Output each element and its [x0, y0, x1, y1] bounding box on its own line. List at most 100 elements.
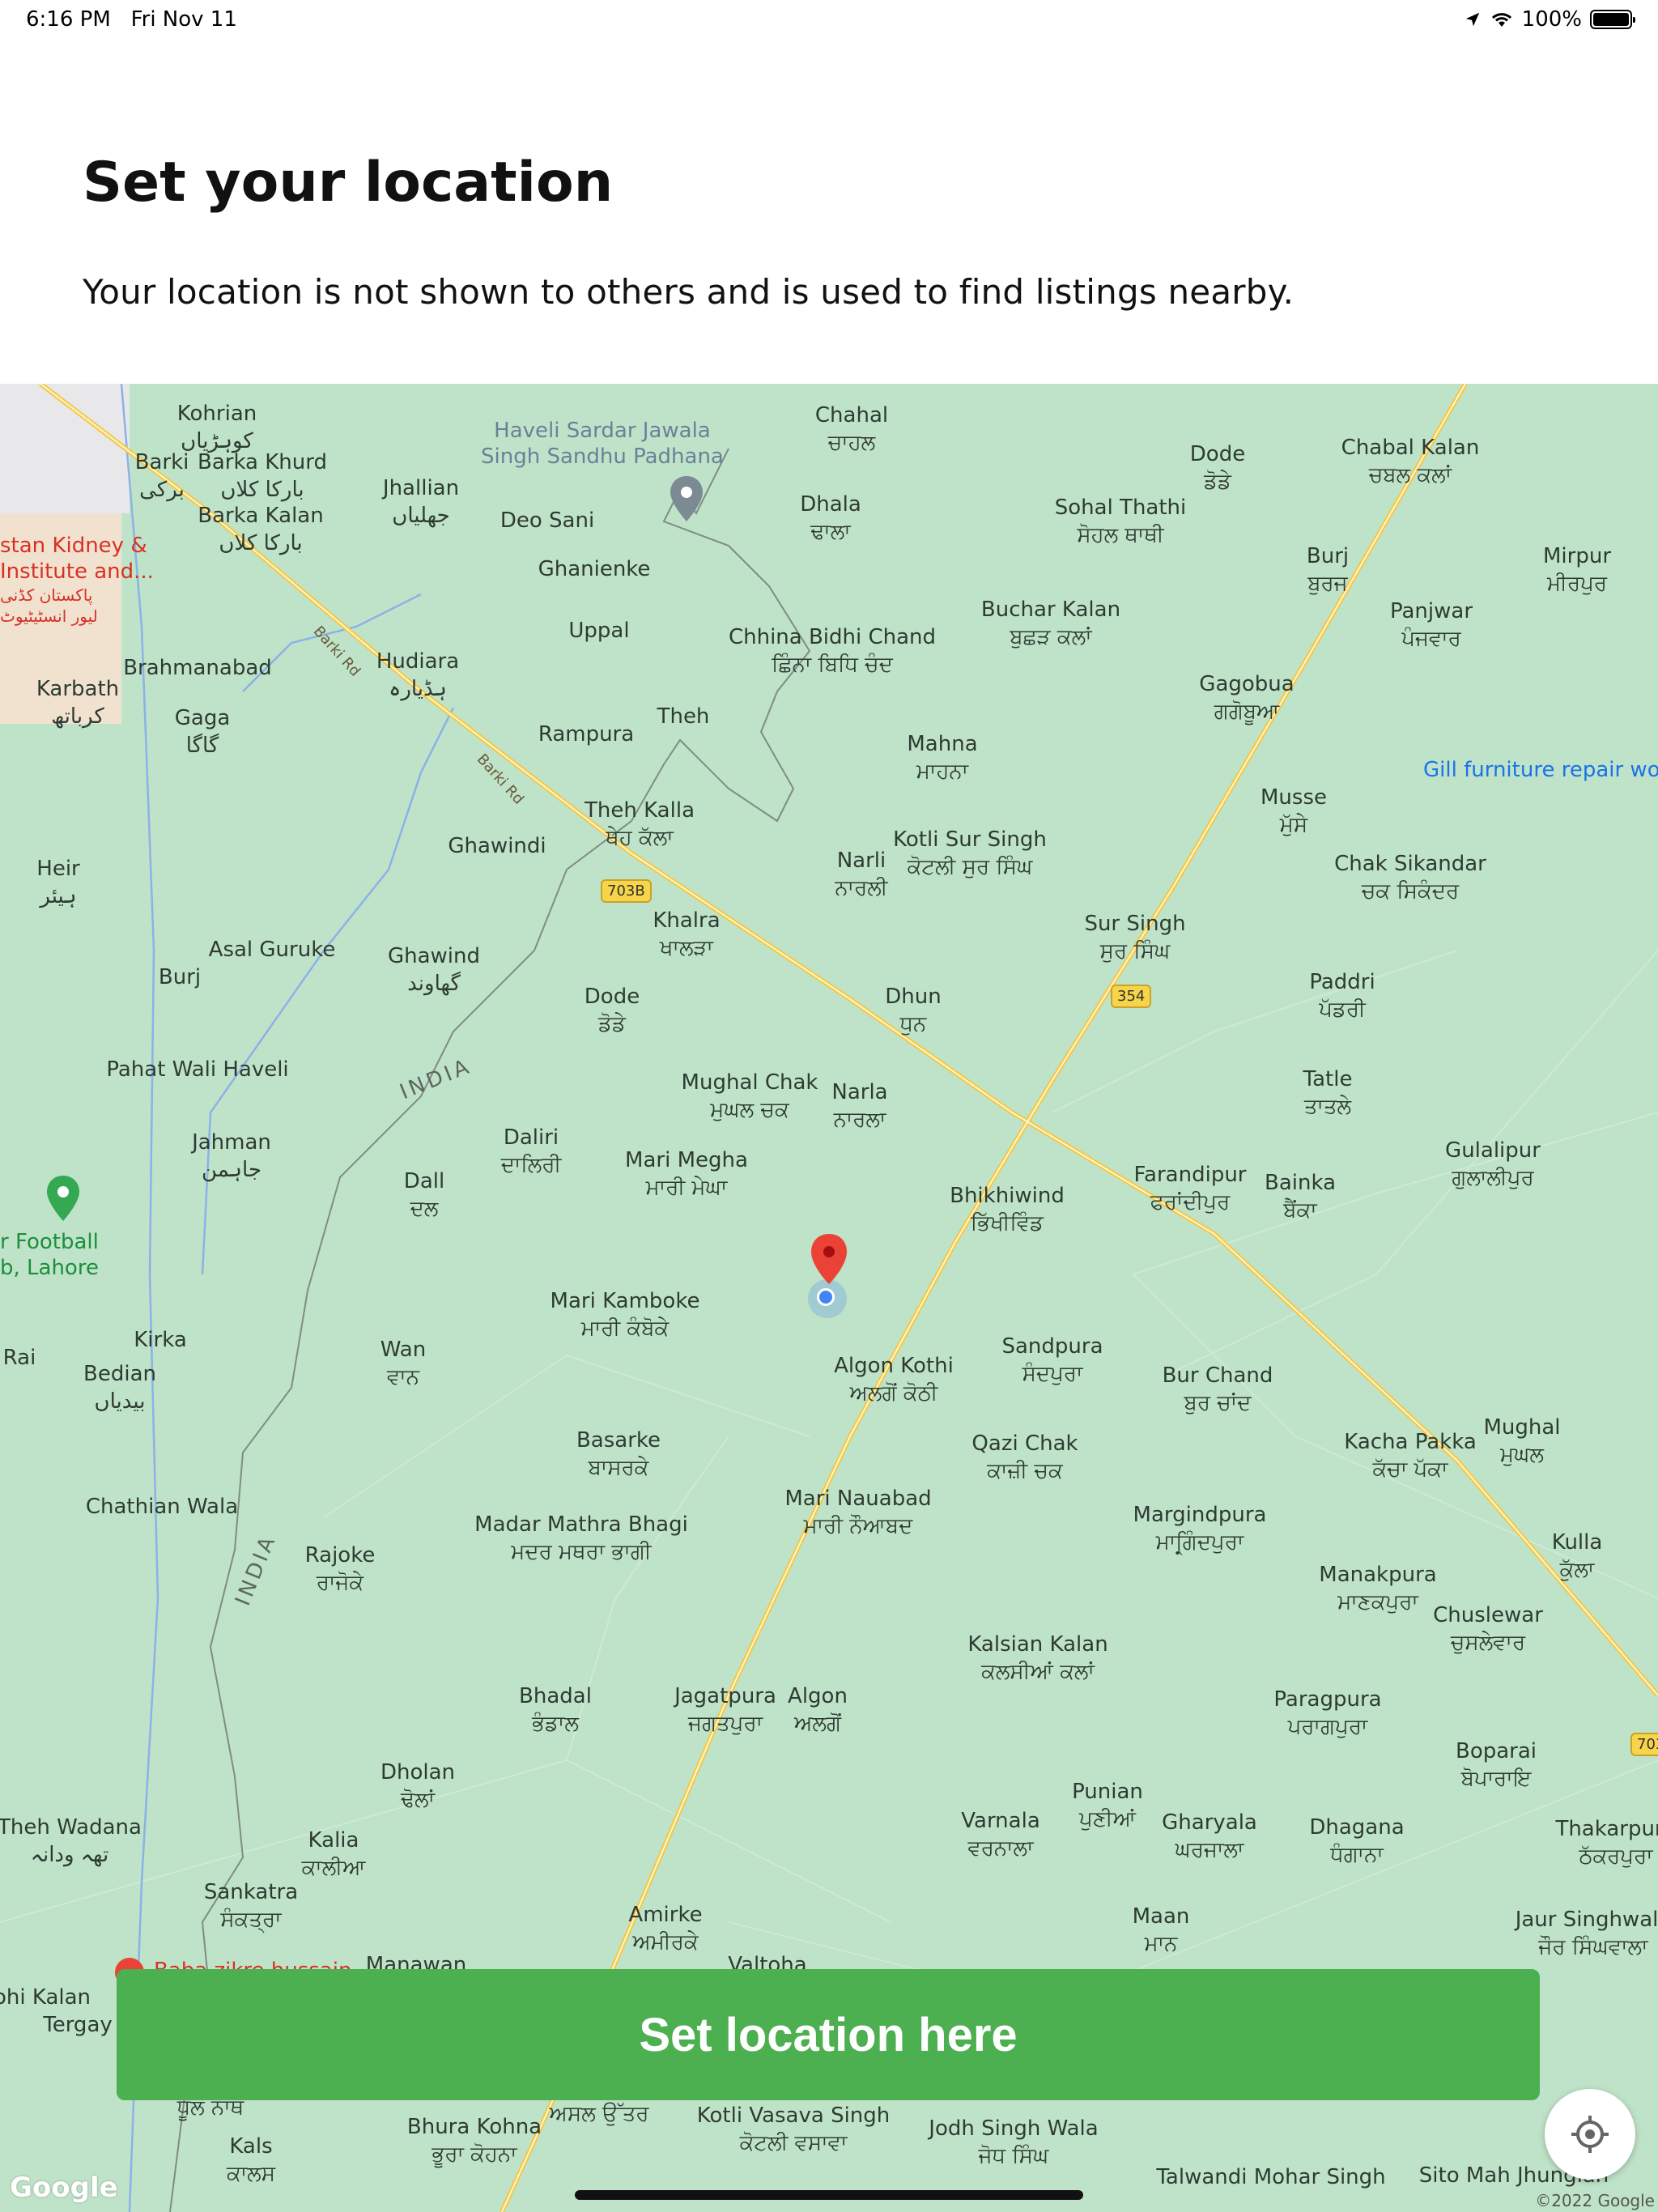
map-place-name: Bhadal	[519, 1684, 592, 1708]
map-place-name: Tergay	[43, 2013, 113, 2037]
poi-pin-icon[interactable]	[45, 1174, 81, 1224]
status-clock: 6:16 PM	[26, 7, 111, 32]
map-place-local-name: ਗੁਲਾਲੀਪੁਰ	[1452, 1166, 1534, 1190]
map-place-local-name: ਭੰਡਾਲ	[532, 1712, 579, 1736]
map-place-label: Ghanienke	[538, 555, 651, 583]
map-place-local-name: ਮਾਰੀ ਕੰਬੋਕੇ	[580, 1317, 670, 1341]
map-place-name: Burj	[158, 965, 202, 989]
map-place-name: Varnala	[961, 1809, 1040, 1833]
map-place-name: Heir	[36, 857, 80, 881]
map-place-label: Sandpura ਸੰਦਪੁਰਾ	[1001, 1333, 1103, 1388]
map-place-label: Basarke ਬਾਸਰਕੇ	[576, 1427, 661, 1482]
map-place-name: Burj	[1306, 544, 1350, 568]
map-place-name: Bedian	[83, 1362, 156, 1386]
map-place-label: Barki برکی	[135, 449, 189, 504]
map-place-local-name: ਕੱਚਾ ਪੱਕਾ	[1372, 1457, 1448, 1482]
map-place-local-name: ਛਿੰਨਾ ਬਿਧਿ ਚੰਦ	[772, 653, 893, 677]
map-place-name: Theh Wadana	[0, 1815, 142, 1840]
map-place-label: Khalra ਖਾਲੜਾ	[653, 907, 720, 962]
map-place-local-name: ਕਾਲੀਆ	[301, 1856, 366, 1880]
map-place-label: Uppal	[568, 617, 629, 644]
map-place-label: Algon ਅਲਗੋਂ	[788, 1682, 848, 1738]
map-place-local-name: ਮਾਨ	[1144, 1932, 1178, 1956]
status-date: Fri Nov 11	[130, 7, 237, 32]
map-view[interactable]: stan Kidney & Institute and... پاکستان ک…	[0, 384, 1658, 2212]
battery-icon	[1590, 10, 1635, 29]
map-place-label: Dhun ਧੁਨ	[885, 983, 941, 1038]
map-place-local-name: ਵਾਨ	[387, 1365, 419, 1389]
map-place-name: Basarke	[576, 1428, 661, 1453]
map-place-local-name: ਕਾਜ਼ੀ ਚਕ	[987, 1459, 1063, 1483]
map-place-label: Dall ਦਲ	[404, 1168, 444, 1223]
map-place-label: Algon Kothi ਅਲਗੋਂ ਕੋਠੀ	[834, 1352, 954, 1407]
map-place-label: Kalia ਕਾਲੀਆ	[302, 1827, 366, 1882]
map-place-local-name: جاہمن	[201, 1158, 262, 1182]
map-place-name: Tatle	[1303, 1067, 1353, 1091]
map-place-name: Musse	[1261, 785, 1327, 810]
map-place-name: Asal Guruke	[208, 938, 336, 962]
map-place-name: Deo Sani	[500, 508, 595, 533]
map-place-local-name: ਨਾਰਲੀ	[835, 876, 888, 900]
map-place-local-name: ਰਾਜੋਕੇ	[316, 1571, 364, 1595]
poi-haveli[interactable]: Haveli Sardar Jawala Singh Sandhu Padhan…	[481, 418, 724, 470]
set-location-button[interactable]: Set location here	[117, 1969, 1540, 2100]
map-place-name: Gagobua	[1199, 672, 1295, 696]
google-logo: Google	[10, 2172, 118, 2204]
map-place-local-name: ਜੌਰ ਸਿੰਘਵਾਲਾ	[1538, 1935, 1648, 1959]
map-place-label: Musse ਮੁੱਸੇ	[1261, 784, 1327, 839]
map-place-name: ohi Kalan	[0, 1985, 91, 2010]
status-icons: 100%	[1464, 7, 1635, 32]
map-place-local-name: ਸੰਕਤ੍ਰਾ	[220, 1908, 282, 1932]
map-place-local-name: کرباتھ	[51, 704, 104, 729]
map-place-label: Rampura	[538, 721, 634, 748]
map-place-local-name: ਬੈਂਕਾ	[1283, 1198, 1317, 1223]
map-place-label: Chuslewar ਚੁਸਲੇਵਾਰ	[1433, 1602, 1543, 1657]
map-place-local-name: بارکا کلاں	[220, 478, 304, 502]
map-marker-icon[interactable]	[810, 1232, 848, 1295]
map-place-local-name: ਮਾਰ੍ਗਿੰਦਪੁਰਾ	[1155, 1530, 1244, 1555]
map-place-label: Dode ਡੋਡੇ	[585, 983, 640, 1038]
map-place-name: Paddri	[1309, 970, 1375, 994]
map-place-name: Dall	[403, 1169, 445, 1193]
map-place-label: Dholan ਢੋਲਾਂ	[380, 1759, 455, 1814]
map-place-label: Tatle ਤਾਤਲੇ	[1303, 1066, 1353, 1121]
map-place-label: Brahmanabad	[123, 654, 272, 682]
poi-kidney-institute[interactable]: stan Kidney & Institute and... پاکستان ک…	[0, 533, 154, 627]
map-place-label: Paddri ਪੱਡਰੀ	[1309, 968, 1375, 1023]
map-place-name: Mari Kamboke	[550, 1289, 700, 1313]
map-place-name: Mughal	[1483, 1415, 1561, 1440]
map-place-label: Paragpura ਪਰਾਗਪੁਰਾ	[1273, 1686, 1381, 1741]
map-place-name: Dhagana	[1309, 1815, 1405, 1840]
map-place-local-name: ਸੰਦਪੁਰਾ	[1022, 1362, 1083, 1386]
map-place-name: Dhun	[885, 985, 942, 1009]
my-location-button[interactable]	[1545, 2089, 1635, 2180]
home-indicator	[575, 2190, 1083, 2200]
map-place-local-name: ہیئر	[40, 884, 77, 908]
map-place-name: Paragpura	[1273, 1687, 1382, 1712]
map-place-local-name: ਅਲਗੋਂ	[793, 1712, 842, 1736]
map-place-label: Gharyala ਘਰਜਾਲਾ	[1162, 1809, 1257, 1864]
poi-gill-furniture[interactable]: Gill furniture repair work	[1423, 758, 1658, 782]
poi-pin-icon[interactable]	[669, 474, 704, 525]
map-place-name: Buchar Kalan	[980, 598, 1121, 622]
map-place-name: Qazi Chak	[971, 1431, 1078, 1456]
map-place-local-name: ਠੱਕਰਪੁਰਾ	[1579, 1844, 1653, 1869]
road-shield: 354	[1111, 985, 1152, 1008]
poi-kidney-institute-label: stan Kidney & Institute and...	[0, 534, 154, 584]
map-place-local-name: ਮਾਰੀ ਮੇਘਾ	[645, 1176, 728, 1200]
map-place-local-name: ਜਗਤਪੁਰਾ	[687, 1712, 763, 1736]
map-place-label: Bhadal ਭੰਡਾਲ	[519, 1682, 592, 1738]
map-place-name: Farandipur	[1133, 1163, 1247, 1187]
map-place-name: Gharyala	[1162, 1810, 1257, 1835]
map-place-local-name: ਕਾਲਸ	[226, 2162, 276, 2186]
map-place-local-name: ਕਲਸੀਆਂ ਕਲਾਂ	[981, 1660, 1095, 1684]
map-place-label: Mahna ਮਾਹਨਾ	[907, 730, 977, 785]
poi-football[interactable]: r Football b, Lahore	[0, 1229, 99, 1281]
map-place-name: Mahna	[907, 732, 978, 756]
map-place-local-name: گھاوند	[407, 972, 461, 996]
map-place-name: Boparai	[1455, 1739, 1537, 1763]
map-place-label: Manakpura ਮਾਣਕਪੁਰਾ	[1319, 1561, 1436, 1616]
map-place-name: Barka Kalan	[198, 504, 324, 528]
map-place-local-name: ਕੋਟਲੀ ਸੁਰ ਸਿੰਘ	[907, 855, 1033, 879]
map-place-local-name: جھلیاں	[392, 504, 450, 528]
